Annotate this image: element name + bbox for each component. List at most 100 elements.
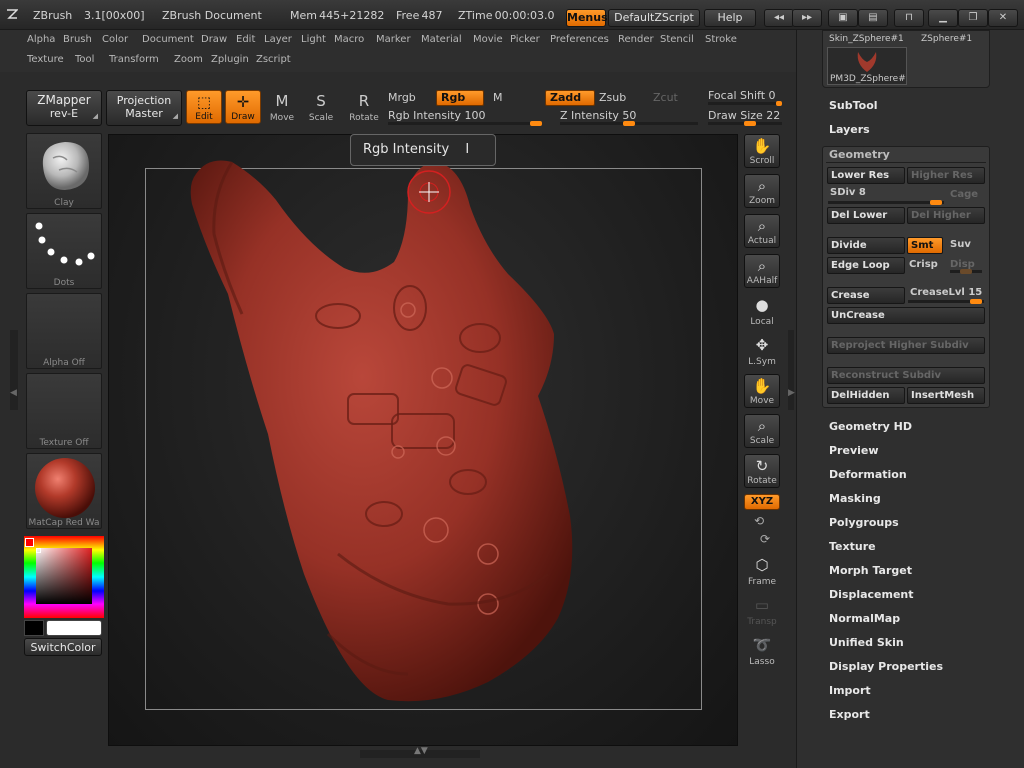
menu-marker[interactable]: Marker [376,34,411,45]
menu-alpha[interactable]: Alpha [27,34,55,45]
texture-thumbnail[interactable]: Texture Off [26,373,102,449]
primary-color-swatch[interactable] [46,620,102,636]
menu-tool[interactable]: Tool [75,54,94,65]
subtool-section[interactable]: SubTool [829,99,878,112]
move-mode-button[interactable]: M Move [264,90,300,124]
suv-toggle[interactable]: Suv [950,239,971,250]
brush-thumbnail[interactable]: Clay [26,133,102,209]
stroke-thumbnail[interactable]: Dots [26,213,102,289]
menu-texture[interactable]: Texture [27,54,64,65]
alpha-thumbnail[interactable]: Alpha Off [26,293,102,369]
scale-view-button[interactable]: ⌕ Scale [744,414,780,448]
aahalf-view-button[interactable]: ⌕ AAHalf [744,254,780,288]
rgb-toggle[interactable]: Rgb [436,90,484,106]
menu-document[interactable]: Document [142,34,194,45]
menus-button[interactable]: Menus [566,9,608,27]
displacement-section[interactable]: Displacement [829,588,914,601]
close-icon[interactable]: ✕ [988,9,1018,27]
lower-res-button[interactable]: Lower Res [827,167,905,184]
disp-knob[interactable] [960,269,972,274]
right-tray-scrollbar[interactable] [788,330,794,410]
scroll-view-button[interactable]: ✋ Scroll [744,134,780,168]
rgb-intensity-knob[interactable] [530,121,542,126]
zoom-view-button[interactable]: ⌕ Zoom [744,174,780,208]
export-section[interactable]: Export [829,708,870,721]
texture-section[interactable]: Texture [829,540,876,553]
m-toggle[interactable]: M [493,91,503,104]
frame-view-button[interactable]: ⬡ Frame [744,554,780,588]
menu-layer[interactable]: Layer [264,34,292,45]
zsub-toggle[interactable]: Zsub [599,91,626,104]
scale-mode-button[interactable]: S Scale [303,90,339,124]
layers-section[interactable]: Layers [829,123,870,136]
actual-view-button[interactable]: ⌕ Actual [744,214,780,248]
rewind-icon[interactable]: ◂◂ [764,9,794,27]
morph-target-section[interactable]: Morph Target [829,564,912,577]
menu-zplugin[interactable]: Zplugin [211,54,249,65]
rotate-z-icon[interactable]: ⟳ [760,532,770,546]
rotate-y-icon[interactable]: ⟲ [754,514,764,528]
delhidden-button[interactable]: DelHidden [827,387,905,404]
menu-macro[interactable]: Macro [334,34,364,45]
zmapper-button[interactable]: ZMapper rev-E ◢ [26,90,102,126]
switch-color-button[interactable]: SwitchColor [24,638,102,656]
menu-render[interactable]: Render [618,34,654,45]
lock-icon[interactable]: ⊓ [894,9,924,27]
higher-res-button[interactable]: Higher Res [907,167,985,184]
edge-loop-button[interactable]: Edge Loop [827,257,905,274]
menu-preferences[interactable]: Preferences [550,34,609,45]
preview-section[interactable]: Preview [829,444,879,457]
forward-icon[interactable]: ▸▸ [792,9,822,27]
menu-material[interactable]: Material [421,34,462,45]
menu-brush[interactable]: Brush [63,34,92,45]
tool-thumb-skin-zsphere[interactable]: Skin_ZSphere#1 [829,34,904,44]
menu-stencil[interactable]: Stencil [660,34,694,45]
menu-picker[interactable]: Picker [510,34,540,45]
transp-button[interactable]: ▭ Transp [744,594,780,628]
import-section[interactable]: Import [829,684,871,697]
rotate-view-button[interactable]: ↻ Rotate [744,454,780,488]
uncrease-button[interactable]: UnCrease [827,307,985,324]
color-field[interactable] [36,548,92,604]
left-tray-scrollbar[interactable] [10,330,18,410]
pm3d-zsphere-thumbnail[interactable]: PM3D_ZSphere# [827,47,907,85]
normalmap-section[interactable]: NormalMap [829,612,900,625]
cage-button[interactable]: Cage [950,189,978,200]
xyz-toggle[interactable]: XYZ [744,494,780,510]
lsym-button[interactable]: ✥ L.Sym [744,334,780,368]
del-lower-button[interactable]: Del Lower [827,207,905,224]
sculpt-model[interactable] [108,134,738,746]
geometry-section-title[interactable]: Geometry [829,148,890,161]
collapse-left-arrow-icon[interactable]: ◀ [10,388,17,398]
focal-shift-slider[interactable] [708,102,782,105]
menu-transform[interactable]: Transform [109,54,159,65]
minimize-icon[interactable]: ▁ [928,9,958,27]
lasso-button[interactable]: ➰ Lasso [744,634,780,668]
crisp-toggle[interactable]: Crisp [909,259,938,270]
zadd-toggle[interactable]: Zadd [545,90,595,106]
crease-button[interactable]: Crease [827,287,905,304]
help-button[interactable]: Help [704,9,756,27]
restore-icon[interactable]: ❐ [958,9,988,27]
geometry-hd-section[interactable]: Geometry HD [829,420,912,433]
display-properties-section[interactable]: Display Properties [829,660,943,673]
reproject-higher-subdiv-button[interactable]: Reproject Higher Subdiv [827,337,985,354]
draw-mode-button[interactable]: ✛ Draw [225,90,261,124]
secondary-color-swatch[interactable] [24,620,44,636]
unified-skin-section[interactable]: Unified Skin [829,636,904,649]
draw-size-knob[interactable] [744,121,756,126]
del-higher-button[interactable]: Del Higher [907,207,985,224]
sdiv-slider[interactable] [828,201,944,204]
insertmesh-button[interactable]: InsertMesh [907,387,985,404]
default-zscript-button[interactable]: DefaultZScript [608,9,700,27]
focal-shift-knob[interactable] [776,101,782,106]
layout-alt-icon[interactable]: ▤ [858,9,888,27]
collapse-bottom-arrow-icon[interactable]: ▲▼ [414,746,428,756]
reconstruct-subdiv-button[interactable]: Reconstruct Subdiv [827,367,985,384]
rotate-mode-button[interactable]: R Rotate [346,90,382,124]
local-button[interactable]: ● Local [744,294,780,328]
z-intensity-knob[interactable] [623,121,635,126]
menu-light[interactable]: Light [301,34,326,45]
menu-color[interactable]: Color [102,34,128,45]
divide-button[interactable]: Divide [827,237,905,254]
